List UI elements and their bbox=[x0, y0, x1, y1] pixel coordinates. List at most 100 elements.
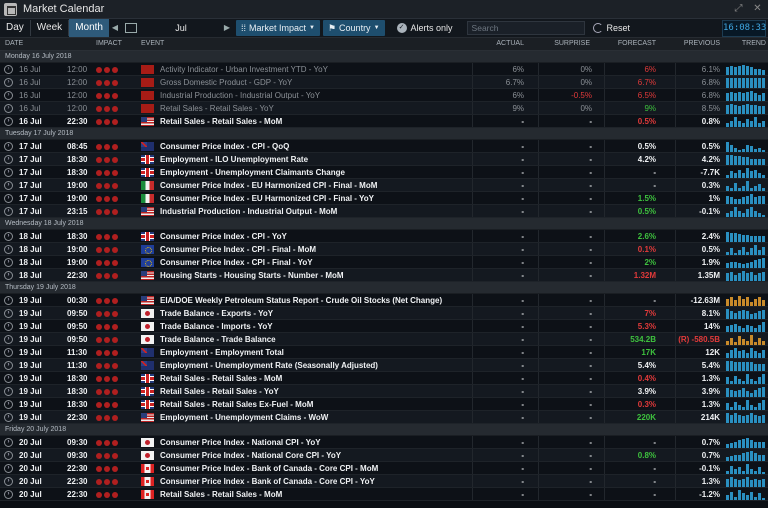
expand-chevron-icon[interactable]: › bbox=[4, 309, 13, 318]
table-row[interactable]: › 18 Jul 22:30 Housing Starts - Housing Sta… bbox=[0, 269, 768, 282]
expand-chevron-icon[interactable]: › bbox=[4, 78, 13, 87]
expand-chevron-icon[interactable]: › bbox=[4, 490, 13, 499]
impact-dot-icon bbox=[96, 260, 102, 266]
country-dropdown[interactable]: ⚑ Country ▼ bbox=[322, 20, 385, 36]
table-row[interactable]: › 19 Jul 09:50 Trade Balance - Exports - Yo… bbox=[0, 307, 768, 320]
expand-chevron-icon[interactable]: › bbox=[4, 296, 13, 305]
expand-chevron-icon[interactable]: › bbox=[4, 117, 13, 126]
trend-sparkline bbox=[726, 476, 766, 487]
forecast-value: 7% bbox=[644, 309, 656, 318]
table-row[interactable]: › 17 Jul 23:15 Industrial Production - Indu… bbox=[0, 205, 768, 218]
market-impact-dropdown[interactable]: ⁞⁞ Market Impact ▼ bbox=[235, 20, 320, 36]
impact-dot-icon bbox=[104, 106, 110, 112]
expand-chevron-icon[interactable]: › bbox=[4, 194, 13, 203]
table-row[interactable]: › 19 Jul 11:30 Employment - Employment Tota… bbox=[0, 346, 768, 359]
col-trend[interactable]: TREND bbox=[742, 40, 766, 47]
table-row[interactable]: › 20 Jul 22:30 Consumer Price Index - Bank … bbox=[0, 462, 768, 475]
search-input[interactable]: Search bbox=[466, 21, 585, 35]
expand-chevron-icon[interactable]: › bbox=[4, 387, 13, 396]
expand-chevron-icon[interactable]: › bbox=[4, 374, 13, 383]
expand-chevron-icon[interactable]: › bbox=[4, 348, 13, 357]
expand-chevron-icon[interactable]: › bbox=[4, 477, 13, 486]
table-row[interactable]: › 17 Jul 18:30 Employment - Unemployment Cl… bbox=[0, 166, 768, 179]
table-row[interactable]: › 17 Jul 18:30 Employment - ILO Unemploymen… bbox=[0, 153, 768, 166]
table-row[interactable]: › 19 Jul 18:30 Retail Sales - Retail Sales … bbox=[0, 398, 768, 411]
expand-chevron-icon[interactable]: › bbox=[4, 400, 13, 409]
table-row[interactable]: › 18 Jul 19:00 Consumer Price Index - CPI -… bbox=[0, 256, 768, 269]
time-cell: 19:00 bbox=[67, 194, 88, 203]
col-event[interactable]: EVENT bbox=[141, 40, 164, 47]
col-actual[interactable]: ACTUAL bbox=[496, 40, 524, 47]
impact-indicator bbox=[96, 119, 118, 125]
expand-chevron-icon[interactable]: › bbox=[4, 413, 13, 422]
expand-chevron-icon[interactable]: › bbox=[4, 168, 13, 177]
trend-bar bbox=[746, 400, 749, 410]
expand-chevron-icon[interactable]: › bbox=[4, 232, 13, 241]
expand-chevron-icon[interactable]: › bbox=[4, 245, 13, 254]
table-row[interactable]: › 18 Jul 19:00 Consumer Price Index - CPI -… bbox=[0, 243, 768, 256]
expand-chevron-icon[interactable]: › bbox=[4, 104, 13, 113]
col-date[interactable]: DATE bbox=[5, 40, 23, 47]
day-view-button[interactable]: Day bbox=[0, 19, 30, 37]
table-row[interactable]: › 20 Jul 09:30 Consumer Price Index - Natio… bbox=[0, 436, 768, 449]
col-previous[interactable]: PREVIOUS bbox=[684, 40, 720, 47]
table-row[interactable]: › 17 Jul 19:00 Consumer Price Index - EU Ha… bbox=[0, 192, 768, 205]
table-row[interactable]: › 20 Jul 22:30 Consumer Price Index - Bank … bbox=[0, 475, 768, 488]
table-row[interactable]: › 19 Jul 00:30 EIA/DOE Weekly Petroleum Sta… bbox=[0, 294, 768, 307]
expand-chevron-icon[interactable]: › bbox=[4, 65, 13, 74]
col-forecast[interactable]: FORECAST bbox=[618, 40, 656, 47]
prev-month-arrow-icon[interactable]: ◀ bbox=[109, 19, 121, 37]
expand-chevron-icon[interactable]: › bbox=[4, 271, 13, 280]
expand-chevron-icon[interactable]: › bbox=[4, 438, 13, 447]
expand-chevron-icon[interactable]: › bbox=[4, 142, 13, 151]
trend-bar bbox=[758, 159, 761, 165]
table-row[interactable]: › 16 Jul 12:00 Industrial Production - Indu… bbox=[0, 89, 768, 102]
week-view-button[interactable]: Week bbox=[31, 19, 68, 37]
expand-chevron-icon[interactable]: › bbox=[4, 258, 13, 267]
col-impact[interactable]: IMPACT bbox=[96, 40, 122, 47]
impact-dot-icon bbox=[96, 298, 102, 304]
expand-chevron-icon[interactable]: › bbox=[4, 464, 13, 473]
table-row[interactable]: › 19 Jul 11:30 Employment - Unemployment Ra… bbox=[0, 359, 768, 372]
reset-button[interactable]: Reset bbox=[592, 23, 630, 33]
table-row[interactable]: › 16 Jul 12:00 Retail Sales - Retail Sales … bbox=[0, 102, 768, 115]
table-row[interactable]: › 16 Jul 22:30 Retail Sales - Retail Sales … bbox=[0, 115, 768, 128]
table-row[interactable]: › 17 Jul 19:00 Consumer Price Index - EU Ha… bbox=[0, 179, 768, 192]
expand-chevron-icon[interactable]: › bbox=[4, 155, 13, 164]
trend-bar bbox=[742, 149, 745, 152]
expand-chevron-icon[interactable]: › bbox=[4, 335, 13, 344]
alerts-only-toggle[interactable]: ✓ Alerts only bbox=[396, 23, 453, 33]
table-row[interactable]: › 20 Jul 22:30 Retail Sales - Retail Sales … bbox=[0, 488, 768, 501]
table-row[interactable]: › 19 Jul 18:30 Retail Sales - Retail Sales … bbox=[0, 385, 768, 398]
table-row[interactable]: › 17 Jul 08:45 Consumer Price Index - CPI -… bbox=[0, 140, 768, 153]
table-row[interactable]: › 20 Jul 09:30 Consumer Price Index - Natio… bbox=[0, 449, 768, 462]
table-row[interactable]: › 19 Jul 22:30 Employment - Unemployment Cl… bbox=[0, 411, 768, 424]
table-row[interactable]: › 16 Jul 12:00 Gross Domestic Product - GDP… bbox=[0, 76, 768, 89]
trend-bar bbox=[738, 480, 741, 487]
expand-chevron-icon[interactable]: › bbox=[4, 207, 13, 216]
close-icon[interactable]: ✕ bbox=[751, 2, 764, 15]
trend-bar bbox=[742, 381, 745, 384]
col-surprise[interactable]: SURPRISE bbox=[554, 40, 590, 47]
trend-bar bbox=[758, 173, 761, 178]
impact-dot-icon bbox=[96, 170, 102, 176]
expand-chevron-icon[interactable]: › bbox=[4, 181, 13, 190]
calendar-icon[interactable] bbox=[124, 23, 137, 33]
table-row[interactable]: › 16 Jul 12:00 Activity Indicator - Urban I… bbox=[0, 63, 768, 76]
time-cell: 23:15 bbox=[67, 207, 88, 216]
table-row[interactable]: › 19 Jul 09:50 Trade Balance - Imports - Yo… bbox=[0, 320, 768, 333]
table-row[interactable]: › 19 Jul 09:50 Trade Balance - Trade Balanc… bbox=[0, 333, 768, 346]
month-selector[interactable]: Jul bbox=[141, 19, 221, 37]
column-divider bbox=[604, 307, 605, 319]
next-month-arrow-icon[interactable]: ▶ bbox=[221, 19, 233, 37]
restore-icon[interactable]: ⤢ bbox=[732, 2, 745, 15]
table-row[interactable]: › 19 Jul 18:30 Retail Sales - Retail Sales … bbox=[0, 372, 768, 385]
expand-chevron-icon[interactable]: › bbox=[4, 322, 13, 331]
expand-chevron-icon[interactable]: › bbox=[4, 451, 13, 460]
table-row[interactable]: › 18 Jul 18:30 Consumer Price Index - CPI -… bbox=[0, 230, 768, 243]
trend-bar bbox=[730, 104, 733, 114]
day-header: Thursday 19 July 2018 bbox=[0, 282, 768, 294]
expand-chevron-icon[interactable]: › bbox=[4, 91, 13, 100]
expand-chevron-icon[interactable]: › bbox=[4, 361, 13, 370]
month-view-button[interactable]: Month bbox=[69, 19, 109, 37]
